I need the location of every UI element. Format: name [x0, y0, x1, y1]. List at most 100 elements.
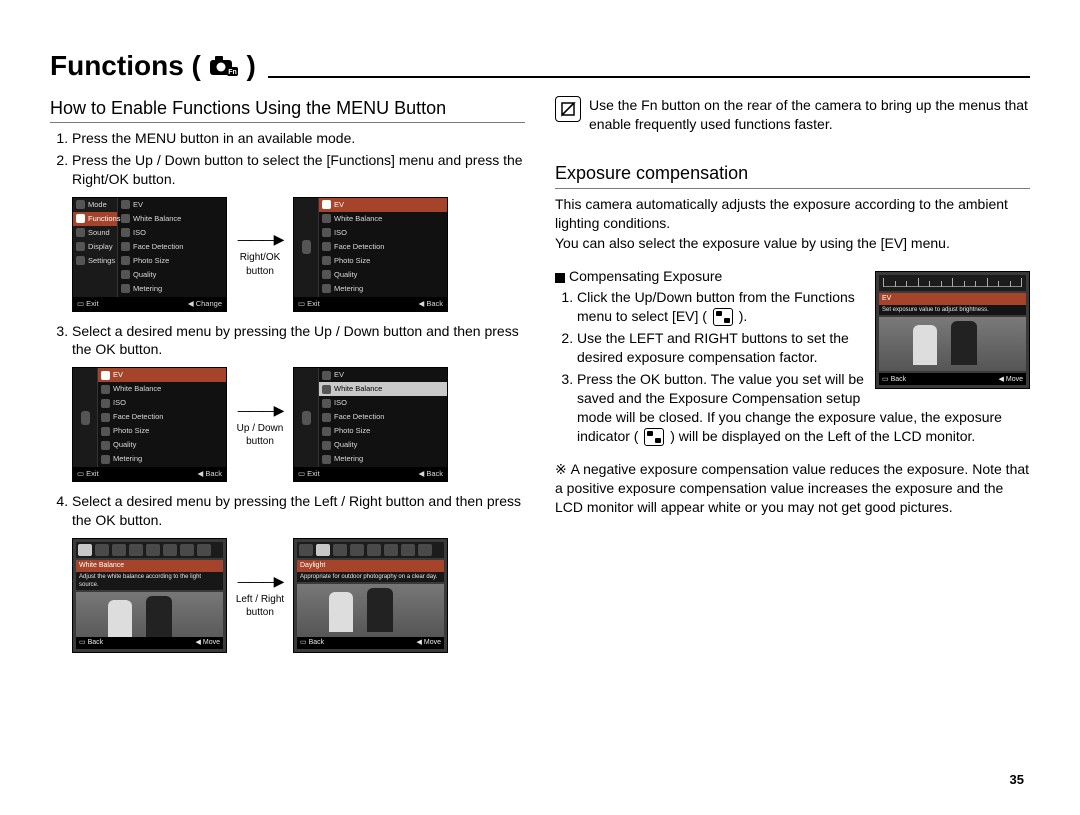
footer-back: Back [426, 299, 443, 308]
page-number: 35 [1010, 772, 1024, 787]
footer-move: Move [1006, 376, 1023, 383]
ev-label: EV [879, 293, 1026, 304]
submenu-item: White Balance [113, 384, 161, 394]
arrow-label-3: ———▶ Left / Right button [235, 572, 285, 620]
menu-item: Sound [88, 228, 110, 238]
submenu-item: Photo Size [334, 426, 370, 436]
submenu-item: Quality [133, 270, 156, 280]
r-step-1b: ). [739, 308, 748, 324]
note-icon [555, 96, 581, 122]
footer-move: Move [203, 639, 220, 646]
arrow-label-2: ———▶ Up / Down button [235, 401, 285, 449]
submenu-item: White Balance [334, 214, 382, 224]
submenu-item-selected: White Balance [334, 384, 382, 394]
arrow-right-icon: ———▶ [238, 401, 283, 420]
submenu-item: Quality [334, 440, 357, 450]
menu-item-selected: Functions [88, 214, 121, 224]
submenu-item: ISO [113, 398, 126, 408]
arrow-caption: Left / Right button [235, 593, 285, 620]
ev-screen: EV Set exposure value to adjust brightne… [875, 271, 1030, 389]
right-heading: Exposure compensation [555, 161, 1030, 188]
arrow-caption: Right/OK button [235, 251, 285, 278]
figure-row-3: White Balance Adjust the white balance a… [72, 538, 525, 653]
compensating-label: Compensating Exposure [569, 268, 722, 284]
submenu-item: Photo Size [133, 256, 169, 266]
footer-move: Move [424, 639, 441, 646]
figure-row-1: Mode Functions Sound Display Settings EV… [72, 197, 525, 312]
footer-exit: Exit [86, 469, 99, 478]
arrow-caption: Up / Down button [235, 422, 285, 449]
submenu-item: Face Detection [334, 242, 384, 252]
wb-desc: Adjust the white balance according to th… [76, 572, 223, 590]
submenu-item: Metering [133, 284, 162, 294]
step-2: Press the Up / Down button to select the… [72, 151, 525, 189]
title-close: ) [246, 50, 255, 81]
submenu-item: Metering [334, 454, 363, 464]
submenu-item: Face Detection [334, 412, 384, 422]
manual-page: Functions ( Fn ) How to Enable Functions… [0, 0, 1080, 815]
ev-desc: Set exposure value to adjust brightness. [879, 305, 1026, 315]
title-rule [268, 76, 1030, 78]
ev-icon [644, 428, 664, 446]
title-bar: Functions ( Fn ) [50, 50, 1030, 84]
arrow-right-icon: ———▶ [238, 230, 283, 249]
intro-1: This camera automatically adjusts the ex… [555, 195, 1030, 233]
submenu-item-selected: EV [113, 370, 123, 380]
submenu-item: EV [334, 370, 344, 380]
left-column: How to Enable Functions Using the MENU B… [50, 96, 525, 664]
submenu-item: Face Detection [113, 412, 163, 422]
wb-title: Daylight [297, 560, 444, 571]
footer-change: Change [196, 299, 222, 308]
wb-screen-daylight: Daylight Appropriate for outdoor photogr… [293, 538, 448, 653]
submenu-item: ISO [133, 228, 146, 238]
left-steps-3: Select a desired menu by pressing the Up… [50, 322, 525, 360]
warning-text: A negative exposure compensation value r… [555, 461, 1029, 515]
note-text: Use the Fn button on the rear of the cam… [589, 96, 1030, 134]
footer-back: Back [426, 469, 443, 478]
footer-exit: Exit [307, 469, 320, 478]
footer-back: Back [205, 469, 222, 478]
footer-back: Back [309, 639, 325, 646]
figure-row-2: EV White Balance ISO Face Detection Phot… [72, 367, 525, 482]
submenu-item: ISO [334, 398, 347, 408]
left-steps: Press the MENU button in an available mo… [50, 129, 525, 189]
menu-item: Mode [88, 200, 107, 210]
footer-back: Back [891, 376, 907, 383]
submenu-item: Quality [113, 440, 136, 450]
submenu-item: White Balance [133, 214, 181, 224]
r-step-3b: ) will be displayed on the Left of the L… [670, 428, 975, 444]
menu-screen-main: Mode Functions Sound Display Settings EV… [72, 197, 227, 312]
submenu-item: Photo Size [113, 426, 149, 436]
submenu-item: Quality [334, 270, 357, 280]
left-heading: How to Enable Functions Using the MENU B… [50, 96, 525, 123]
ev-scale [879, 275, 1026, 291]
wb-title: White Balance [76, 560, 223, 571]
wb-screen-auto: White Balance Adjust the white balance a… [72, 538, 227, 653]
svg-text:Fn: Fn [228, 69, 237, 76]
submenu-item: EV [133, 200, 143, 210]
title-text: Functions ( [50, 50, 201, 81]
wb-desc: Appropriate for outdoor photography on a… [297, 572, 444, 582]
warning-note: ※ A negative exposure compensation value… [555, 460, 1030, 517]
step-3: Select a desired menu by pressing the Up… [72, 322, 525, 360]
left-steps-4: Select a desired menu by pressing the Le… [50, 492, 525, 530]
submenu-item: Photo Size [334, 256, 370, 266]
columns: How to Enable Functions Using the MENU B… [50, 96, 1030, 664]
menu-item: Display [88, 242, 113, 252]
right-column: Use the Fn button on the rear of the cam… [555, 96, 1030, 664]
step-1: Press the MENU button in an available mo… [72, 129, 525, 148]
wb-preview-image [297, 584, 444, 638]
menu-screen-functions: EV White Balance ISO Face Detection Phot… [293, 197, 448, 312]
menu-screen-ev-selected: EV White Balance ISO Face Detection Phot… [72, 367, 227, 482]
step-4: Select a desired menu by pressing the Le… [72, 492, 525, 530]
menu-screen-wb-selected: EV White Balance ISO Face Detection Phot… [293, 367, 448, 482]
submenu-item: ISO [334, 228, 347, 238]
ev-icon [713, 308, 733, 326]
square-bullet-icon [555, 273, 565, 283]
reference-mark-icon: ※ [555, 461, 571, 477]
page-title: Functions ( Fn ) [50, 50, 256, 84]
footer-back: Back [88, 639, 104, 646]
ev-preview-image [879, 317, 1026, 371]
submenu-item: Metering [334, 284, 363, 294]
tip-note: Use the Fn button on the rear of the cam… [555, 96, 1030, 134]
